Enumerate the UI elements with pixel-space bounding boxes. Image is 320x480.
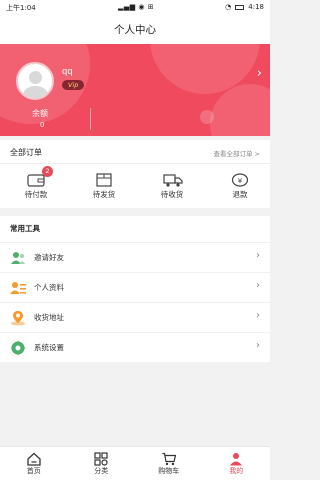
orders-section: 全部订单 查看全部订单 > 2 待付款 待发货 待收货 ¥ 退款 bbox=[0, 140, 270, 208]
divider bbox=[90, 108, 91, 130]
tab-cart[interactable]: 购物车 bbox=[135, 447, 203, 480]
chevron-right-icon: › bbox=[256, 280, 260, 291]
tools-title: 常用工具 bbox=[10, 224, 40, 233]
tool-invite-friends[interactable]: 邀请好友 › bbox=[0, 242, 270, 272]
chevron-right-icon[interactable]: › bbox=[257, 66, 262, 81]
order-label: 待发货 bbox=[92, 190, 116, 199]
cart-icon bbox=[162, 451, 177, 466]
order-badge: 2 bbox=[42, 166, 53, 177]
balance-value: 0 bbox=[40, 121, 45, 129]
tool-settings[interactable]: 系统设置 › bbox=[0, 332, 270, 362]
location-icon bbox=[10, 310, 26, 326]
user-icon bbox=[229, 451, 243, 466]
username: qq bbox=[62, 67, 73, 77]
profile-header[interactable]: qq Vip › 余额 0 bbox=[0, 44, 270, 136]
tab-label: 我的 bbox=[229, 467, 244, 475]
tool-label: 邀请好友 bbox=[34, 253, 64, 262]
order-refund[interactable]: ¥ 退款 bbox=[210, 172, 270, 202]
order-label: 退款 bbox=[232, 190, 248, 199]
orders-header: 全部订单 查看全部订单 > bbox=[0, 140, 270, 164]
vip-badge: Vip bbox=[62, 80, 85, 90]
status-right: ◔ 4:18 bbox=[225, 3, 264, 11]
view-all-orders-link[interactable]: 查看全部订单 > bbox=[213, 148, 260, 158]
page-title: 个人中心 bbox=[0, 16, 270, 44]
order-label: 待收货 bbox=[160, 190, 184, 199]
tab-label: 首页 bbox=[26, 467, 41, 475]
truck-icon bbox=[163, 172, 183, 187]
invite-friends-icon bbox=[10, 250, 26, 266]
category-icon bbox=[94, 451, 108, 466]
tab-mine[interactable]: 我的 bbox=[203, 447, 271, 480]
tool-address[interactable]: 收货地址 › bbox=[0, 302, 270, 332]
order-pending-payment[interactable]: 2 待付款 bbox=[6, 166, 66, 202]
box-icon bbox=[95, 172, 113, 187]
tool-label: 收货地址 bbox=[34, 313, 64, 322]
avatar-body bbox=[23, 86, 48, 98]
tools-section: 常用工具 邀请好友 › 个人资料 › 收货地址 › 系统设置 › bbox=[0, 216, 270, 362]
bottom-tab-bar: 首页 分类 购物车 我的 bbox=[0, 446, 270, 480]
wifi-icon: ◔ bbox=[225, 3, 232, 11]
status-time-right: 4:18 bbox=[248, 3, 264, 11]
settings-icon bbox=[10, 340, 26, 356]
svg-text:¥: ¥ bbox=[238, 177, 243, 185]
decor-bubble bbox=[200, 110, 214, 124]
chevron-right-icon: › bbox=[256, 310, 260, 321]
status-time-left: 上午1:04 bbox=[6, 4, 36, 12]
status-icons: ▂▄▆ ◉ ⊞ bbox=[118, 3, 155, 11]
refund-icon: ¥ bbox=[231, 172, 249, 187]
tab-label: 分类 bbox=[94, 467, 109, 475]
tab-label: 购物车 bbox=[158, 467, 180, 475]
chevron-right-icon: › bbox=[256, 250, 260, 261]
avatar[interactable] bbox=[16, 62, 54, 100]
order-pending-receipt[interactable]: 待收货 bbox=[142, 172, 202, 202]
tool-label: 个人资料 bbox=[34, 283, 64, 292]
tab-home[interactable]: 首页 bbox=[0, 447, 68, 480]
balance-label: 余额 bbox=[32, 109, 48, 118]
wallet-icon: 2 bbox=[27, 166, 53, 187]
order-label: 待付款 bbox=[24, 190, 48, 199]
tool-label: 系统设置 bbox=[34, 343, 64, 352]
profile-card-icon bbox=[10, 280, 26, 296]
home-icon bbox=[27, 451, 41, 466]
status-bar: 上午1:04 ▂▄▆ ◉ ⊞ ◔ 4:18 bbox=[0, 0, 270, 16]
battery-icon bbox=[235, 4, 245, 10]
orders-title: 全部订单 bbox=[10, 148, 42, 157]
chevron-right-icon: › bbox=[256, 340, 260, 351]
tool-profile[interactable]: 个人资料 › bbox=[0, 272, 270, 302]
tab-category[interactable]: 分类 bbox=[68, 447, 136, 480]
order-pending-shipment[interactable]: 待发货 bbox=[74, 172, 134, 202]
avatar-head bbox=[29, 71, 42, 84]
